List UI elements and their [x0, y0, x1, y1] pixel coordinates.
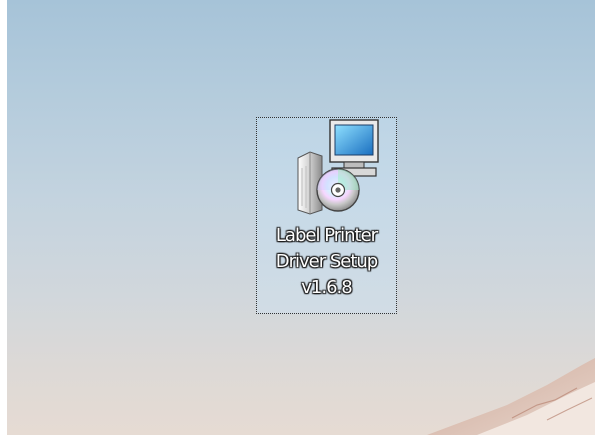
icon-label-line-2: Driver Setup [275, 251, 379, 272]
icon-label-line-1: Label Printer [275, 225, 378, 246]
icon-label-line-3: v1.6.8 [301, 277, 352, 298]
installer-setup-icon [297, 119, 379, 215]
desktop-icon-label-printer-setup[interactable]: Label Printer Driver Setup v1.6.8 [256, 117, 397, 314]
desktop[interactable]: Label Printer Driver Setup v1.6.8 [7, 0, 595, 435]
desktop-icon-label: Label Printer Driver Setup v1.6.8 [257, 223, 396, 301]
